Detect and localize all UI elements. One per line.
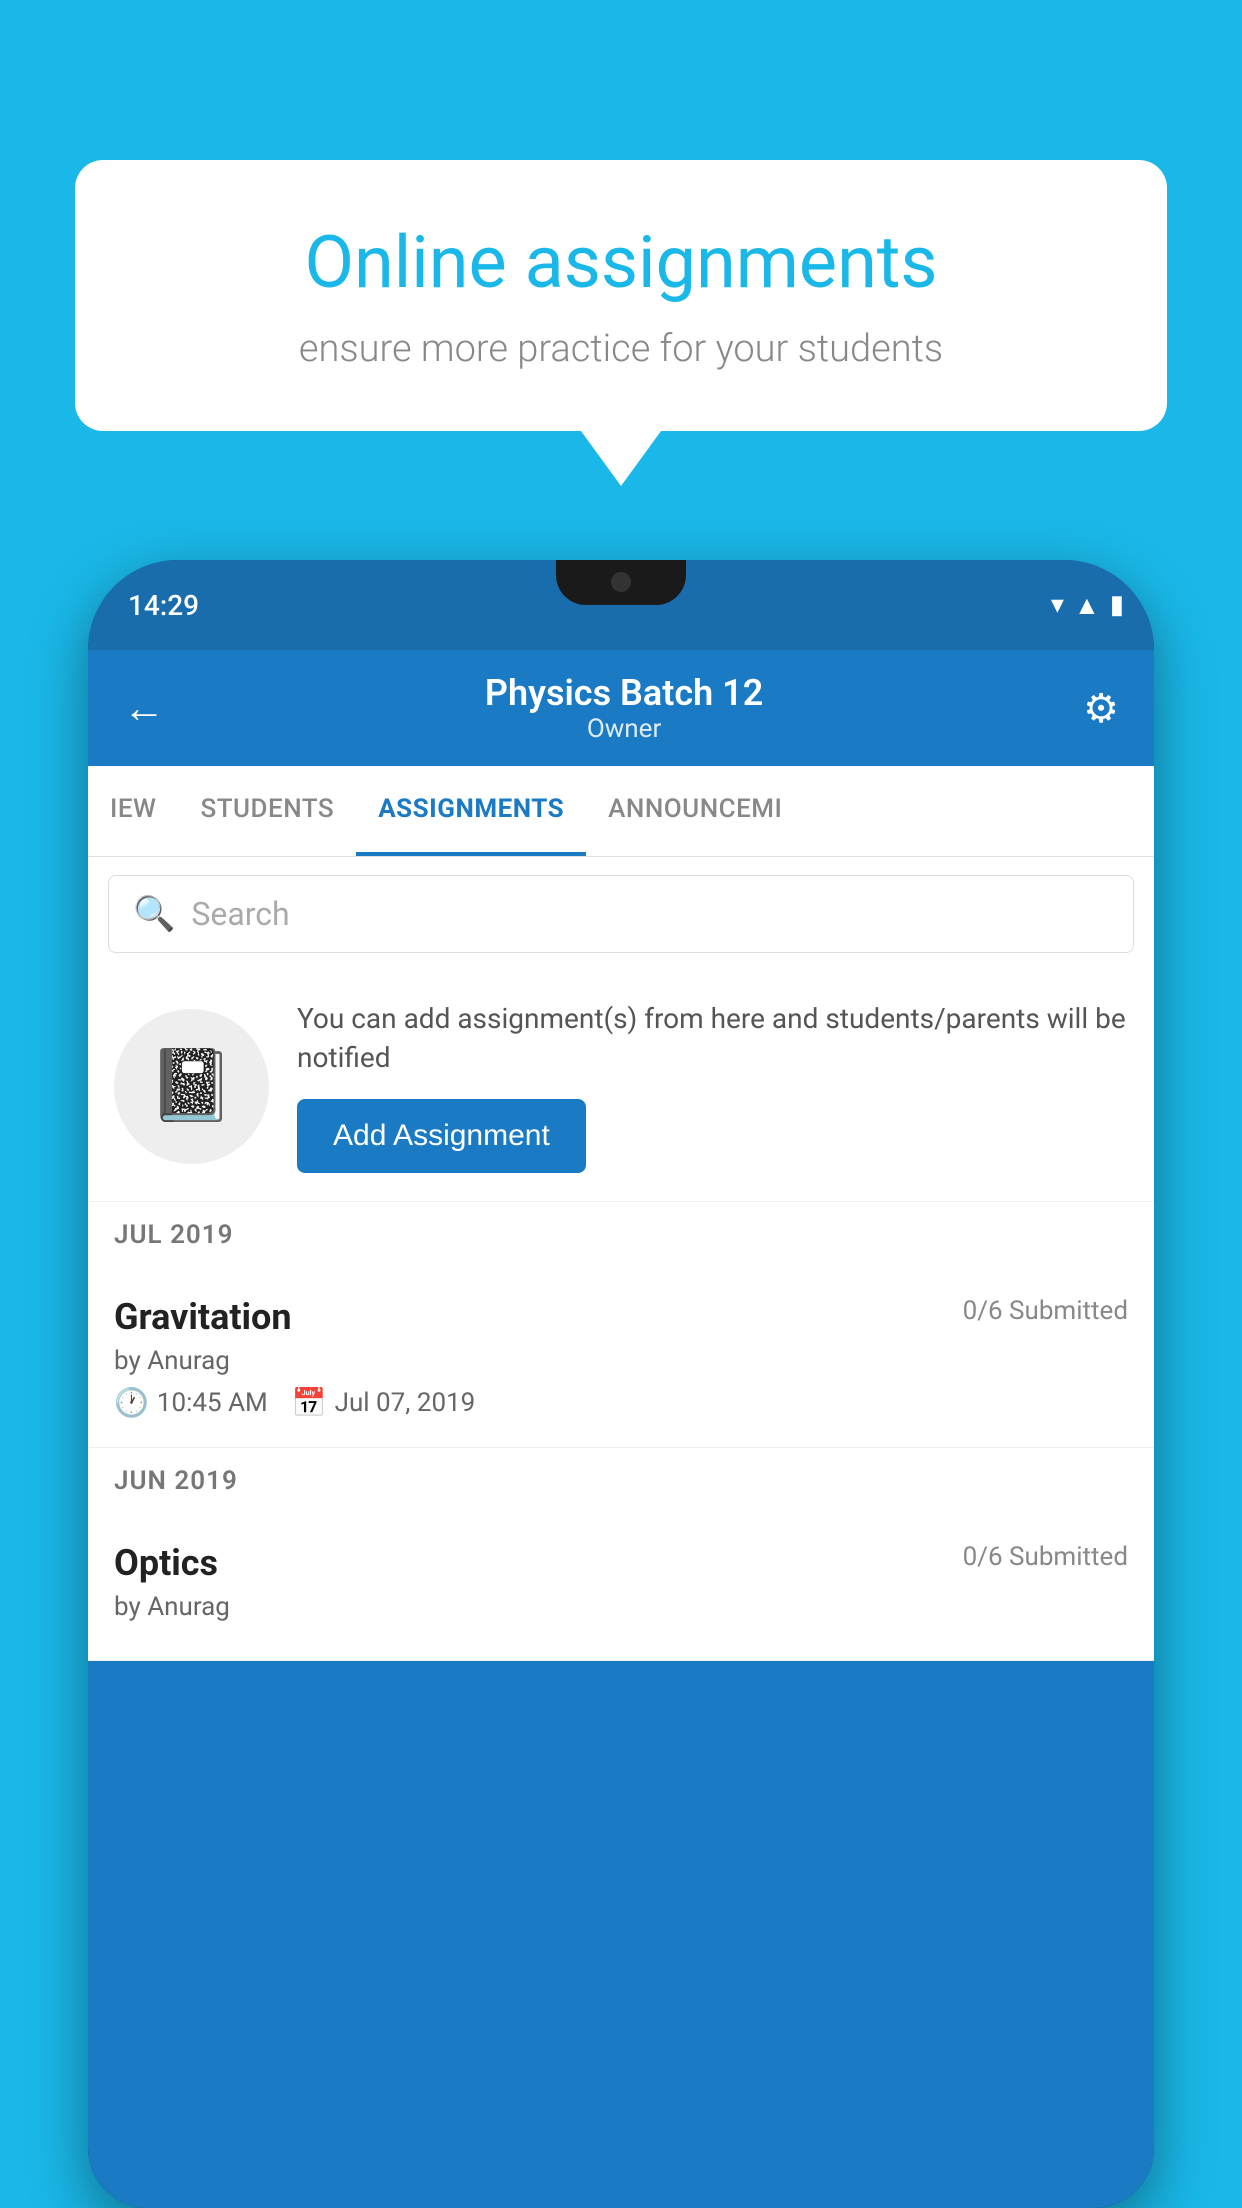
search-bar-wrapper: 🔍 Search bbox=[88, 857, 1154, 971]
speech-bubble: Online assignments ensure more practice … bbox=[75, 160, 1167, 431]
assignment-name-gravitation: Gravitation bbox=[114, 1296, 292, 1338]
meta-date-gravitation: 📅 Jul 07, 2019 bbox=[292, 1386, 476, 1419]
speech-bubble-title: Online assignments bbox=[145, 220, 1097, 305]
assignment-submitted-optics: 0/6 Submitted bbox=[963, 1542, 1128, 1572]
phone-inner: 14:29 ▾ ▲ ▮ ← Physics Batch 12 Owner ⚙ I… bbox=[88, 560, 1154, 2208]
status-time: 14:29 bbox=[118, 589, 199, 622]
back-button[interactable]: ← bbox=[123, 684, 165, 733]
assignment-submitted-gravitation: 0/6 Submitted bbox=[963, 1296, 1128, 1326]
wifi-icon: ▾ bbox=[1051, 590, 1064, 620]
add-assignment-button[interactable]: Add Assignment bbox=[297, 1099, 586, 1173]
header-center: Physics Batch 12 Owner bbox=[485, 672, 763, 744]
battery-icon: ▮ bbox=[1110, 590, 1124, 620]
speech-bubble-subtitle: ensure more practice for your students bbox=[145, 327, 1097, 371]
section-header-jun: JUN 2019 bbox=[88, 1448, 1154, 1514]
notch bbox=[556, 560, 686, 605]
tab-announcements[interactable]: ANNOUNCEMI bbox=[586, 766, 804, 856]
signal-icon: ▲ bbox=[1074, 590, 1100, 621]
assignment-item-gravitation[interactable]: Gravitation 0/6 Submitted by Anurag 🕐 10… bbox=[88, 1268, 1154, 1448]
assignment-meta-gravitation: 🕐 10:45 AM 📅 Jul 07, 2019 bbox=[114, 1386, 1128, 1419]
section-header-jul: JUL 2019 bbox=[88, 1202, 1154, 1268]
assignment-top-row: Gravitation 0/6 Submitted bbox=[114, 1296, 1128, 1338]
notebook-icon: 📓 bbox=[148, 1045, 235, 1127]
tab-assignments[interactable]: ASSIGNMENTS bbox=[356, 766, 586, 856]
tab-iew[interactable]: IEW bbox=[88, 766, 178, 856]
search-bar[interactable]: 🔍 Search bbox=[108, 875, 1134, 953]
meta-time-gravitation: 🕐 10:45 AM bbox=[114, 1386, 268, 1419]
info-card: 📓 You can add assignment(s) from here an… bbox=[88, 971, 1154, 1202]
tab-students[interactable]: STUDENTS bbox=[178, 766, 356, 856]
assignment-name-optics: Optics bbox=[114, 1542, 218, 1584]
clock-icon-gravitation: 🕐 bbox=[114, 1386, 149, 1419]
batch-title: Physics Batch 12 bbox=[485, 672, 763, 714]
settings-icon[interactable]: ⚙ bbox=[1083, 685, 1119, 732]
assignment-time-gravitation: 10:45 AM bbox=[157, 1388, 268, 1418]
assignment-date-gravitation: Jul 07, 2019 bbox=[335, 1388, 476, 1418]
camera-dot bbox=[611, 572, 631, 592]
assignment-top-row-optics: Optics 0/6 Submitted bbox=[114, 1542, 1128, 1584]
tabs-bar: IEW STUDENTS ASSIGNMENTS ANNOUNCEMI bbox=[88, 766, 1154, 857]
info-description: You can add assignment(s) from here and … bbox=[297, 999, 1128, 1077]
assignment-by-optics: by Anurag bbox=[114, 1592, 1128, 1622]
status-icons: ▾ ▲ ▮ bbox=[1051, 590, 1124, 621]
batch-owner: Owner bbox=[485, 714, 763, 744]
search-icon: 🔍 bbox=[133, 894, 175, 934]
status-bar: 14:29 ▾ ▲ ▮ bbox=[88, 560, 1154, 650]
phone-frame: 14:29 ▾ ▲ ▮ ← Physics Batch 12 Owner ⚙ I… bbox=[88, 560, 1154, 2208]
assignment-item-optics[interactable]: Optics 0/6 Submitted by Anurag bbox=[88, 1514, 1154, 1661]
speech-bubble-container: Online assignments ensure more practice … bbox=[75, 160, 1167, 486]
speech-bubble-tail bbox=[581, 431, 661, 486]
notebook-icon-circle: 📓 bbox=[114, 1009, 269, 1164]
calendar-icon-gravitation: 📅 bbox=[292, 1386, 327, 1419]
search-placeholder: Search bbox=[191, 895, 289, 933]
app-header: ← Physics Batch 12 Owner ⚙ bbox=[88, 650, 1154, 766]
info-text-block: You can add assignment(s) from here and … bbox=[297, 999, 1128, 1173]
assignment-by-gravitation: by Anurag bbox=[114, 1346, 1128, 1376]
